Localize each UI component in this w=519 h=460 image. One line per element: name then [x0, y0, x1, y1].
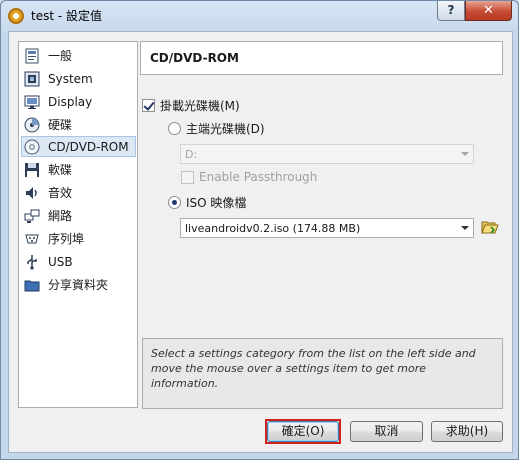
open-folder-icon: [481, 221, 499, 234]
iso-image-value: liveandroidv0.2.iso (174.88 MB): [185, 222, 361, 235]
host-drive-radio[interactable]: [168, 122, 181, 135]
sidebar-item-usb[interactable]: USB: [21, 251, 136, 272]
hard-disk-icon: [24, 117, 40, 133]
sidebar-item-label: System: [48, 71, 93, 86]
sidebar-item-display[interactable]: Display: [21, 91, 136, 112]
page-title: CD/DVD-ROM: [150, 51, 239, 65]
iso-image-row[interactable]: ISO 映像檔: [168, 194, 246, 211]
sidebar-item-system[interactable]: System: [21, 68, 136, 89]
host-drive-value: D:: [185, 148, 198, 161]
sidebar-item-label: 軟碟: [48, 163, 73, 177]
iso-image-select[interactable]: liveandroidv0.2.iso (174.88 MB): [180, 218, 474, 238]
sidebar-item-label: 硬碟: [48, 118, 73, 132]
iso-image-label: ISO 映像檔: [186, 196, 247, 210]
display-icon: [24, 94, 40, 110]
host-drive-label: 主端光碟機(D): [186, 122, 265, 136]
title-help-button[interactable]: ?: [437, 1, 465, 21]
passthrough-checkbox[interactable]: [181, 170, 194, 184]
info-panel: Select a settings category from the list…: [142, 338, 503, 409]
iso-image-radio[interactable]: [168, 196, 181, 209]
browse-folder-button[interactable]: [481, 219, 499, 235]
sidebar-item-network[interactable]: 網路: [21, 205, 136, 226]
chevron-down-icon: [461, 226, 469, 230]
floppy-icon: [24, 162, 40, 178]
page-title-box: CD/DVD-ROM: [140, 41, 503, 75]
ok-button[interactable]: 確定(O): [267, 421, 339, 442]
help-button[interactable]: 求助(H): [431, 421, 503, 442]
sidebar-item-shared-folders[interactable]: 分享資料夾: [21, 274, 136, 295]
general-icon: [24, 48, 40, 64]
sidebar-item-label: USB: [48, 254, 73, 269]
cd-dvd-icon: [24, 139, 40, 155]
sidebar-item-label: 分享資料夾: [48, 278, 109, 292]
sidebar-item-audio[interactable]: 音效: [21, 182, 136, 203]
system-icon: [24, 71, 40, 87]
audio-icon: [24, 185, 40, 201]
cancel-button[interactable]: 取消: [350, 421, 423, 442]
host-drive-row[interactable]: 主端光碟機(D): [168, 120, 265, 137]
mount-drive-checkbox[interactable]: [142, 99, 155, 112]
sidebar-item-label: Display: [48, 94, 93, 109]
sidebar-item-general[interactable]: 一般: [21, 45, 136, 66]
dialog-body: 一般 System Display 硬碟 CD/DVD-ROM 軟碟 音效 網路…: [8, 31, 513, 453]
mount-drive-label: 掛載光碟機(M): [160, 99, 240, 113]
sidebar-item-label: 網路: [48, 209, 73, 223]
sidebar-item-label: 序列埠: [48, 232, 85, 246]
serial-port-icon: [24, 231, 40, 247]
network-icon: [24, 208, 40, 224]
chevron-down-icon: [461, 152, 469, 156]
usb-icon: [24, 254, 40, 270]
shared-folder-icon: [24, 277, 40, 293]
sidebar-item-label: CD/DVD-ROM: [48, 139, 129, 154]
sidebar-item-cd-dvd-rom[interactable]: CD/DVD-ROM: [21, 136, 136, 157]
sidebar-item-hard-disk[interactable]: 硬碟: [21, 114, 136, 135]
close-button[interactable]: ✕: [465, 1, 512, 21]
host-drive-select[interactable]: D:: [180, 144, 474, 164]
sidebar-item-label: 一般: [48, 49, 73, 63]
sidebar-item-label: 音效: [48, 186, 73, 200]
sidebar-item-floppy[interactable]: 軟碟: [21, 159, 136, 180]
settings-category-list: 一般 System Display 硬碟 CD/DVD-ROM 軟碟 音效 網路…: [18, 41, 138, 408]
title-bar[interactable]: test - 設定值 ? ✕: [1, 1, 518, 30]
passthrough-row[interactable]: Enable Passthrough: [181, 170, 317, 184]
settings-dialog: test - 設定值 ? ✕ 一般 System Display 硬碟 CD/D…: [0, 0, 519, 460]
app-gear-icon: [8, 8, 24, 24]
passthrough-label: Enable Passthrough: [199, 170, 318, 184]
window-title: test - 設定值: [31, 9, 103, 23]
mount-drive-row[interactable]: 掛載光碟機(M): [142, 97, 240, 114]
sidebar-item-serial-port[interactable]: 序列埠: [21, 228, 136, 249]
